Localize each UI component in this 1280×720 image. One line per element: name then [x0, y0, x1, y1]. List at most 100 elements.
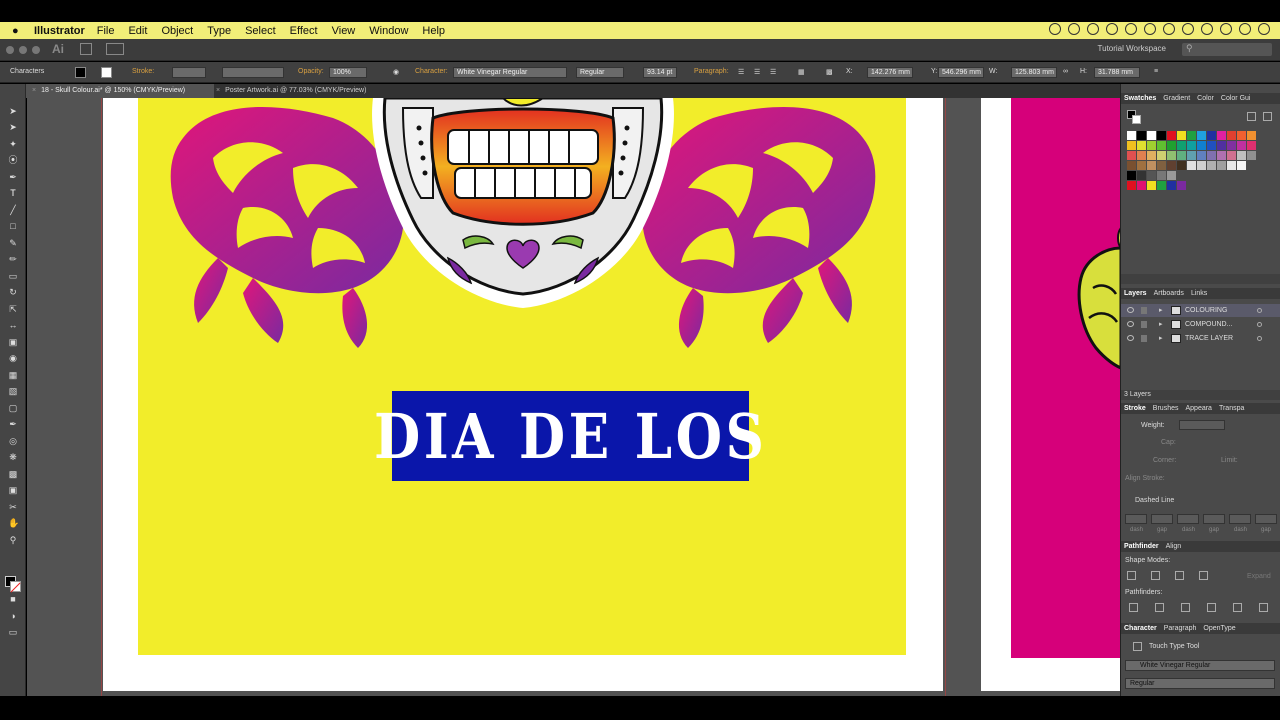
divide-icon[interactable]	[1129, 603, 1138, 612]
scale-tool-icon[interactable]: ⇱	[8, 304, 18, 314]
expand-button[interactable]: Expand	[1247, 573, 1271, 580]
clock-icon[interactable]	[1201, 23, 1213, 35]
swatch[interactable]	[1187, 151, 1196, 160]
swatch[interactable]	[1137, 171, 1146, 180]
pen-tool-icon[interactable]: ✒	[8, 172, 18, 182]
visibility-eye-icon[interactable]	[1127, 321, 1134, 327]
pencil-icon[interactable]: ✏	[8, 254, 18, 264]
workspace-switcher[interactable]: Tutorial Workspace	[1098, 44, 1166, 53]
align-left-icon[interactable]: ☰	[738, 68, 744, 76]
minimize-window-button[interactable]	[19, 46, 27, 54]
draw-mode-icon[interactable]: ◑	[8, 611, 18, 621]
swatch[interactable]	[1197, 131, 1206, 140]
tab-artboards[interactable]: Artboards	[1154, 288, 1184, 299]
tab-skull-colour[interactable]: × 18 - Skull Colour.ai* @ 150% (CMYK/Prev…	[26, 84, 214, 98]
menu-app-name[interactable]: Illustrator	[34, 25, 85, 37]
swatch[interactable]	[1207, 151, 1216, 160]
arrange-documents-icon[interactable]	[106, 43, 124, 55]
touch-type-tool-button[interactable]: Touch Type Tool	[1149, 643, 1199, 650]
layer-row-colouring[interactable]: ▸ COLOURING	[1121, 304, 1280, 317]
menu-edit[interactable]: Edit	[128, 25, 147, 37]
merge-icon[interactable]	[1181, 603, 1190, 612]
dashed-line-label[interactable]: Dashed Line	[1135, 497, 1174, 504]
blend-tool-icon[interactable]: ◎	[8, 436, 18, 446]
rotate-tool-icon[interactable]: ↻	[8, 287, 18, 297]
apple-icon[interactable]: ●	[12, 25, 26, 37]
tab-character[interactable]: Character	[1124, 623, 1157, 634]
artboard-skull[interactable]: DIA DE LOS	[103, 98, 943, 691]
opacity-field[interactable]: 100%	[329, 67, 367, 78]
tab-links[interactable]: Links	[1191, 288, 1207, 299]
spotlight-icon[interactable]	[1239, 23, 1251, 35]
width-tool-icon[interactable]: ↔	[8, 320, 18, 330]
type-tool-icon[interactable]: T	[8, 188, 18, 198]
swatch[interactable]	[1237, 151, 1246, 160]
layer-row-trace[interactable]: ▸ TRACE LAYER	[1121, 332, 1280, 345]
swatch[interactable]	[1137, 131, 1146, 140]
color-mode-icon[interactable]: ■	[8, 594, 18, 604]
bridge-icon[interactable]	[80, 43, 92, 55]
tray-icon[interactable]	[1144, 23, 1156, 35]
grid-view-icon[interactable]	[1263, 112, 1272, 121]
swatch[interactable]	[1157, 151, 1166, 160]
opacity-label[interactable]: Opacity:	[298, 68, 324, 75]
swatch[interactable]	[1167, 171, 1176, 180]
swatch[interactable]	[1147, 151, 1156, 160]
exclude-icon[interactable]	[1199, 571, 1208, 580]
expand-triangle-icon[interactable]: ▸	[1159, 332, 1163, 345]
minus-back-icon[interactable]	[1259, 603, 1268, 612]
swatch[interactable]	[1227, 131, 1236, 140]
x-field[interactable]: 142.276 mm	[867, 67, 913, 78]
swatch[interactable]	[1127, 131, 1136, 140]
gradient-tool-icon[interactable]: ▢	[8, 403, 18, 413]
tab-stroke[interactable]: Stroke	[1124, 403, 1146, 414]
swatch[interactable]	[1157, 131, 1166, 140]
tray-icon[interactable]	[1125, 23, 1137, 35]
volume-icon[interactable]	[1182, 23, 1194, 35]
hand-tool-icon[interactable]: ✋	[8, 518, 19, 528]
trim-icon[interactable]	[1155, 603, 1164, 612]
free-transform-icon[interactable]: ▣	[8, 337, 18, 347]
shape-builder-icon[interactable]: ◉	[8, 353, 18, 363]
tab-color-guide[interactable]: Color Gui	[1221, 93, 1251, 104]
swatch[interactable]	[1237, 161, 1246, 170]
gap-field[interactable]	[1203, 514, 1225, 524]
dash-field[interactable]	[1177, 514, 1199, 524]
font-size-field[interactable]: 93.14 pt	[643, 67, 677, 78]
minus-front-icon[interactable]	[1151, 571, 1160, 580]
swatch[interactable]	[1177, 131, 1186, 140]
swatch[interactable]	[1147, 131, 1156, 140]
menu-effect[interactable]: Effect	[290, 25, 318, 37]
gap-field[interactable]	[1151, 514, 1173, 524]
close-tab-icon[interactable]: ×	[32, 87, 36, 94]
touch-type-icon[interactable]	[1133, 642, 1142, 651]
expand-triangle-icon[interactable]: ▸	[1159, 318, 1163, 331]
swatch[interactable]	[1157, 171, 1166, 180]
stroke-swatch[interactable]	[101, 67, 112, 78]
swatch[interactable]	[1167, 181, 1176, 190]
visibility-eye-icon[interactable]	[1127, 335, 1134, 341]
swatch[interactable]	[1207, 141, 1216, 150]
layer-name[interactable]: COMPOUND...	[1185, 318, 1232, 331]
swatch[interactable]	[1157, 161, 1166, 170]
user-icon[interactable]	[1220, 23, 1232, 35]
rectangle-tool-icon[interactable]: □	[8, 221, 18, 231]
font-style-select[interactable]: Regular	[1125, 678, 1275, 689]
font-style-field[interactable]: Regular	[576, 67, 624, 78]
swatch[interactable]	[1177, 181, 1186, 190]
swatch[interactable]	[1247, 131, 1256, 140]
crop-icon[interactable]	[1207, 603, 1216, 612]
tab-layers[interactable]: Layers	[1124, 288, 1147, 299]
eyedropper-icon[interactable]: ✒	[8, 419, 18, 429]
reference-point-icon[interactable]: ▩	[826, 68, 833, 76]
close-tab-icon[interactable]: ×	[216, 87, 220, 94]
swatch[interactable]	[1187, 161, 1196, 170]
swatch[interactable]	[1157, 181, 1166, 190]
stroke-label[interactable]: Stroke:	[132, 68, 154, 75]
swatch[interactable]	[1217, 161, 1226, 170]
tray-icon[interactable]	[1087, 23, 1099, 35]
close-window-button[interactable]	[6, 46, 14, 54]
dash-field[interactable]	[1229, 514, 1251, 524]
swatch[interactable]	[1147, 141, 1156, 150]
paragraph-label[interactable]: Paragraph:	[694, 68, 729, 75]
